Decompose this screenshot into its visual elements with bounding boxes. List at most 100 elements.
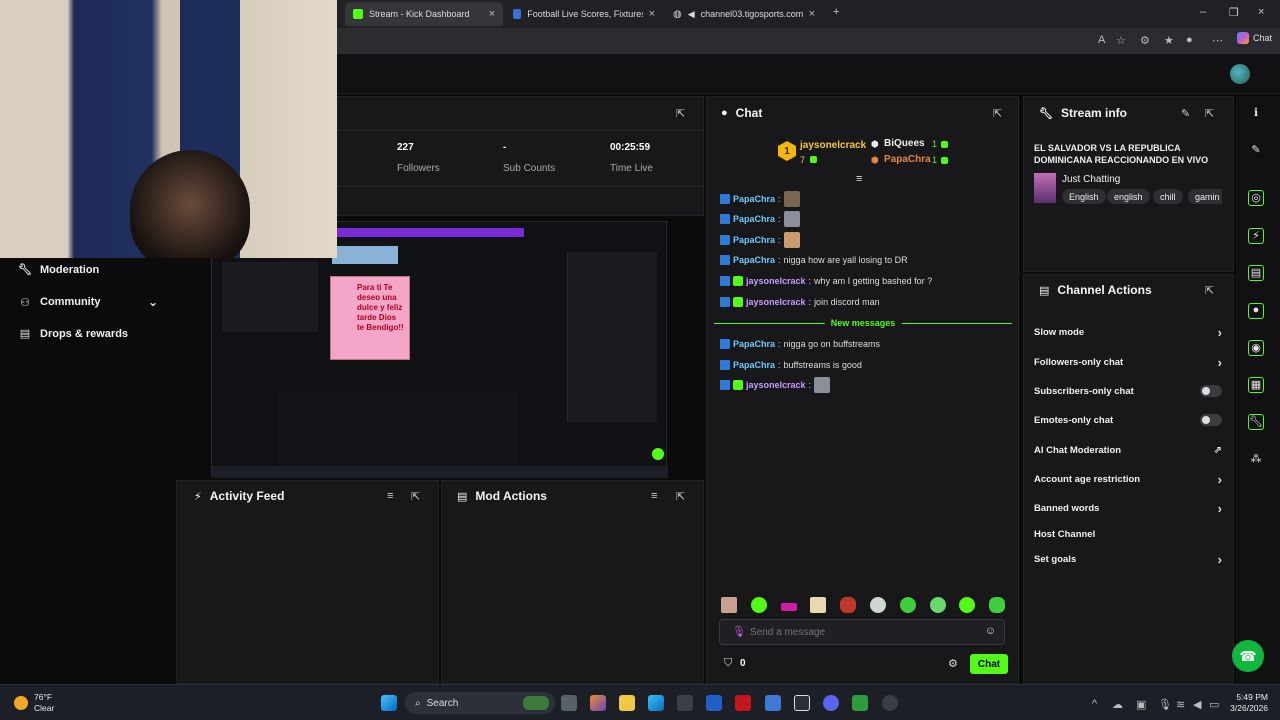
- discord-icon[interactable]: [823, 695, 839, 711]
- obs-icon[interactable]: [882, 695, 898, 711]
- target-icon[interactable]: ◎: [1248, 190, 1264, 206]
- volume-icon[interactable]: ◀: [1193, 698, 1201, 711]
- tray-app-icon[interactable]: ▣: [1136, 698, 1146, 711]
- chat-message: PapaChra:: [720, 191, 803, 207]
- tray-chevron-up-icon[interactable]: ^: [1092, 698, 1097, 710]
- popout-icon[interactable]: ⇱: [676, 107, 685, 120]
- info-icon[interactable]: ℹ: [1248, 106, 1264, 122]
- file-explorer-icon[interactable]: [619, 695, 635, 711]
- edit-pencil-icon[interactable]: ✎: [1248, 143, 1264, 159]
- battery-icon[interactable]: ▭: [1209, 698, 1219, 711]
- top-gifter-name[interactable]: jaysonelcrack: [800, 140, 866, 151]
- send-chat-button[interactable]: Chat: [970, 654, 1008, 674]
- emote-button[interactable]: [721, 597, 737, 613]
- stream-tag[interactable]: english: [1107, 189, 1150, 204]
- popout-icon[interactable]: ⇱: [411, 490, 420, 503]
- sidebar-item-drops-rewards[interactable]: ▤ Drops & rewards: [18, 327, 128, 341]
- mail-icon[interactable]: [765, 695, 781, 711]
- close-tab-icon[interactable]: ×: [489, 8, 495, 20]
- chat-message: PapaChra: nigga how are yall losing to D…: [720, 255, 908, 265]
- gifter-name[interactable]: BiQuees: [884, 138, 925, 149]
- sidebar-item-community[interactable]: ⚇ Community ⌄: [18, 295, 158, 309]
- subscribers-only-toggle[interactable]: [1200, 385, 1222, 397]
- emote-button[interactable]: [900, 597, 916, 613]
- stream-tag[interactable]: chill: [1153, 189, 1183, 204]
- close-tab-icon[interactable]: ×: [809, 8, 815, 20]
- chat-settings-gear-icon[interactable]: ⚙: [948, 657, 958, 670]
- birthday-card-image: Para ti Te deseo una dulce y feliz tarde…: [330, 276, 410, 360]
- chevron-right-icon: ›: [1217, 471, 1222, 487]
- emote-button[interactable]: [781, 603, 797, 611]
- emote-button[interactable]: [870, 597, 886, 613]
- app-icon[interactable]: [794, 695, 810, 711]
- emote-button[interactable]: [989, 597, 1005, 613]
- close-tab-icon[interactable]: ×: [649, 8, 655, 20]
- stream-tag[interactable]: English: [1062, 189, 1106, 204]
- external-link-icon: ⇗: [1213, 444, 1222, 456]
- emote-button[interactable]: [810, 597, 826, 613]
- close-window-icon[interactable]: ×: [1258, 6, 1264, 18]
- channel-action-banned-words[interactable]: Banned words ›: [1034, 499, 1222, 517]
- channel-action-slow-mode[interactable]: Slow mode ›: [1034, 323, 1222, 341]
- people-icon: ⚇: [20, 296, 30, 309]
- channel-points-count: 0: [740, 658, 746, 669]
- channel-action-host-channel[interactable]: Host Channel: [1034, 525, 1222, 543]
- popout-icon[interactable]: ⇱: [1205, 284, 1214, 297]
- layout-icon[interactable]: ▦: [1248, 377, 1264, 393]
- share-thumbnail: [332, 246, 398, 264]
- weather-widget[interactable]: 76°F Clear: [14, 692, 54, 714]
- restore-icon[interactable]: ❐: [1229, 6, 1239, 19]
- xbox-icon[interactable]: [852, 695, 868, 711]
- store-icon[interactable]: [677, 695, 693, 711]
- tab-football-scores[interactable]: Football Live Scores, Fixtures & Or ×: [505, 2, 663, 26]
- mcafee-icon[interactable]: [735, 695, 751, 711]
- emote-button[interactable]: [930, 597, 946, 613]
- emote-button[interactable]: [840, 597, 856, 613]
- collapse-icon[interactable]: ≡: [856, 173, 862, 185]
- wrench-icon[interactable]: 🔧︎: [1248, 414, 1264, 430]
- user-avatar[interactable]: [1230, 64, 1250, 84]
- taskbar-clock[interactable]: 5:49 PM 3/26/2026: [1230, 692, 1268, 714]
- channel-action-set-goals[interactable]: Set goals ›: [1034, 550, 1222, 568]
- gifter-name[interactable]: PapaChra: [884, 154, 931, 165]
- broadcast-icon[interactable]: ◉: [1248, 340, 1264, 356]
- stream-tag[interactable]: gamin: [1188, 189, 1222, 204]
- emoji-picker-icon[interactable]: ☺: [985, 625, 996, 637]
- chat-message: PapaChra: buffstreams is good: [720, 360, 862, 370]
- emote-button[interactable]: [959, 597, 975, 613]
- filter-icon[interactable]: ≡: [387, 490, 393, 502]
- chat-message-input[interactable]: [750, 624, 975, 640]
- tab-tigosports[interactable]: ◍ ◀ channel03.tigosports.com.sv/ ×: [665, 2, 823, 26]
- microphone-icon[interactable]: 🎙︎: [732, 625, 746, 638]
- emote-button[interactable]: [751, 597, 767, 613]
- moderator-badge-icon: [720, 297, 730, 307]
- webcam-overlay: [0, 0, 337, 258]
- channel-points-icon[interactable]: ⛉: [724, 657, 732, 670]
- windows-start-icon[interactable]: [381, 695, 397, 711]
- filter-icon[interactable]: ≡: [651, 490, 657, 502]
- edge-browser-icon[interactable]: [648, 695, 664, 711]
- wifi-icon[interactable]: ≋: [1176, 698, 1185, 711]
- widgets-icon[interactable]: ⁂: [1248, 452, 1264, 468]
- popout-icon[interactable]: ⇱: [993, 107, 1002, 120]
- emotes-only-toggle[interactable]: [1200, 414, 1222, 426]
- channel-action-followers-only[interactable]: Followers-only chat ›: [1034, 353, 1222, 371]
- lightning-icon[interactable]: ⚡︎: [1248, 228, 1264, 244]
- copilot-chat-button[interactable]: Chat: [1236, 32, 1272, 44]
- channel-action-ai-moderation[interactable]: AI Chat Moderation ⇗: [1034, 441, 1222, 459]
- popout-icon[interactable]: ⇱: [676, 490, 685, 503]
- chat-bubble-icon[interactable]: ●: [1248, 303, 1264, 319]
- copilot-app-icon[interactable]: [590, 695, 606, 711]
- chat-message: PapaChra:: [720, 211, 803, 227]
- tab-kick-dashboard[interactable]: Stream - Kick Dashboard ×: [345, 2, 503, 26]
- channel-action-account-age[interactable]: Account age restriction ›: [1034, 470, 1222, 488]
- new-tab-icon[interactable]: +: [833, 6, 839, 18]
- help-chat-button[interactable]: ☎: [1232, 640, 1264, 672]
- microphone-icon[interactable]: 🎙︎: [1158, 698, 1172, 711]
- onedrive-icon[interactable]: ☁: [1112, 698, 1123, 711]
- clipboard-icon[interactable]: ▤: [1248, 265, 1264, 281]
- taskbar-search[interactable]: ⌕ Search: [405, 692, 555, 714]
- sidebar-item-moderation[interactable]: 🔧︎ Moderation: [18, 263, 99, 277]
- task-view-icon[interactable]: [561, 695, 577, 711]
- app-icon[interactable]: [706, 695, 722, 711]
